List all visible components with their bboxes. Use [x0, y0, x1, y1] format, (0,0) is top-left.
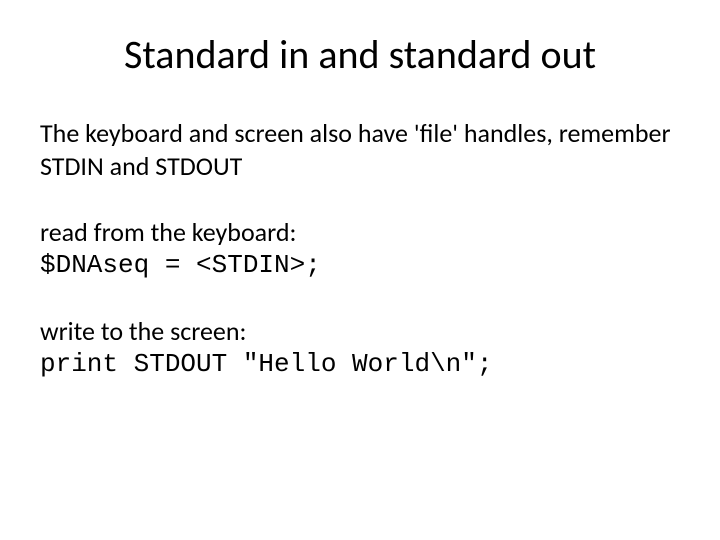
write-code: print STDOUT "Hello World\n";: [40, 348, 680, 381]
read-label: read from the keyboard:: [40, 216, 680, 249]
read-code: $DNAseq = <STDIN>;: [40, 249, 680, 282]
slide: Standard in and standard out The keyboar…: [0, 0, 720, 540]
write-label: write to the screen:: [40, 315, 680, 348]
slide-body: The keyboard and screen also have 'file'…: [40, 117, 680, 380]
slide-title: Standard in and standard out: [40, 30, 680, 79]
write-block: write to the screen: print STDOUT "Hello…: [40, 315, 680, 380]
intro-paragraph: The keyboard and screen also have 'file'…: [40, 117, 680, 182]
read-block: read from the keyboard: $DNAseq = <STDIN…: [40, 216, 680, 281]
